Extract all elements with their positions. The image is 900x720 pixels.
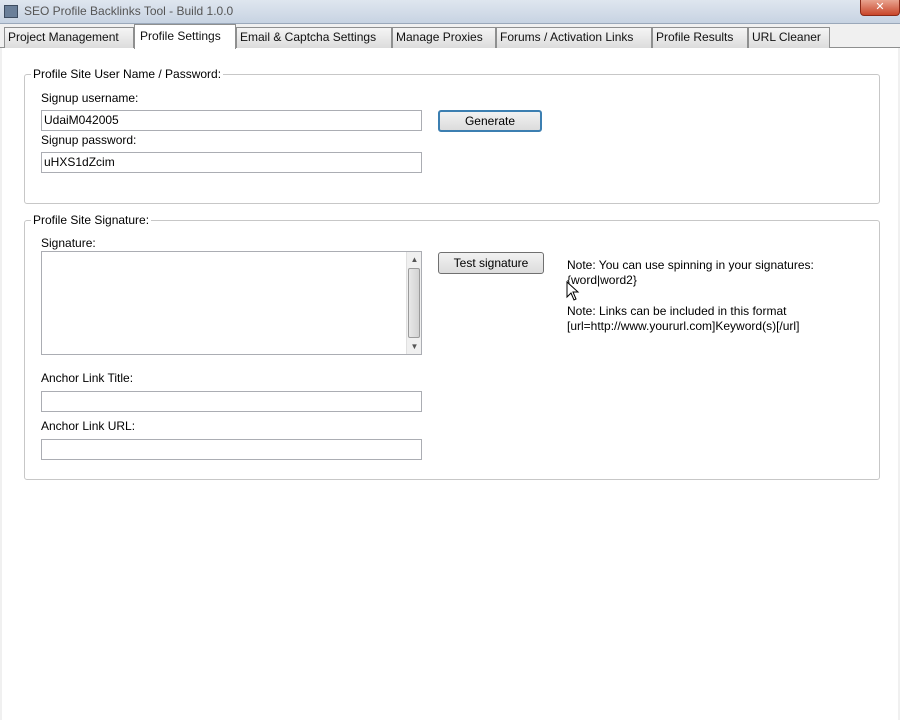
app-icon — [4, 5, 18, 18]
scroll-down-icon[interactable]: ▼ — [407, 339, 422, 354]
tab-strip: Project Management Profile Settings Emai… — [0, 24, 900, 49]
tab-email-captcha-settings[interactable]: Email & Captcha Settings — [236, 27, 392, 48]
note-links: Note: Links can be included in this form… — [567, 304, 787, 318]
signature-group: Profile Site Signature: Signature: ▲ ▼ T… — [24, 213, 880, 480]
credentials-legend: Profile Site User Name / Password: — [31, 67, 224, 81]
tab-profile-results[interactable]: Profile Results — [652, 27, 748, 48]
window-title: SEO Profile Backlinks Tool - Build 1.0.0 — [24, 4, 234, 18]
tab-profile-settings[interactable]: Profile Settings — [134, 24, 236, 49]
note-spinning: Note: You can use spinning in your signa… — [567, 258, 814, 272]
anchor-link-title-input[interactable] — [41, 391, 422, 412]
generate-button[interactable]: Generate — [438, 110, 542, 132]
close-button[interactable]: ✕ — [860, 0, 900, 16]
signup-username-label: Signup username: — [41, 91, 139, 105]
anchor-link-url-input[interactable] — [41, 439, 422, 460]
anchor-link-url-label: Anchor Link URL: — [41, 419, 136, 433]
signup-password-input[interactable]: uHXS1dZcim — [41, 152, 422, 173]
signature-legend: Profile Site Signature: — [31, 213, 152, 227]
profile-settings-panel: Profile Site User Name / Password: Signu… — [2, 48, 898, 720]
signature-textarea[interactable]: ▲ ▼ — [41, 251, 422, 355]
credentials-group: Profile Site User Name / Password: Signu… — [24, 67, 880, 204]
signature-label: Signature: — [41, 236, 96, 250]
signature-scrollbar[interactable]: ▲ ▼ — [406, 252, 421, 354]
note-links-example: [url=http://www.yoururl.com]Keyword(s)[/… — [567, 319, 800, 333]
signup-username-input[interactable]: UdaiM042005 — [41, 110, 422, 131]
title-bar: SEO Profile Backlinks Tool - Build 1.0.0… — [0, 0, 900, 24]
signup-password-label: Signup password: — [41, 133, 137, 147]
tab-forums-activation-links[interactable]: Forums / Activation Links — [496, 27, 652, 48]
scroll-up-icon[interactable]: ▲ — [407, 252, 422, 267]
anchor-link-title-label: Anchor Link Title: — [41, 371, 134, 385]
tab-project-management[interactable]: Project Management — [4, 27, 134, 48]
tab-url-cleaner[interactable]: URL Cleaner — [748, 27, 830, 48]
mouse-cursor-icon — [566, 280, 580, 301]
test-signature-button[interactable]: Test signature — [438, 252, 544, 274]
tab-manage-proxies[interactable]: Manage Proxies — [392, 27, 496, 48]
scroll-thumb[interactable] — [408, 268, 420, 338]
